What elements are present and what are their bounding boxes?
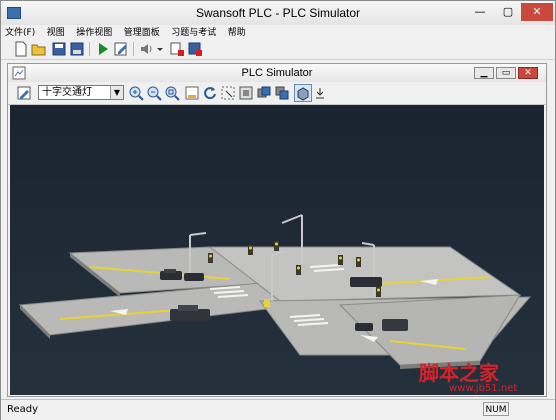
more-options-icon[interactable]	[314, 85, 326, 101]
sim-minimize-button[interactable]: ▁	[474, 67, 494, 79]
toolbar-separator	[133, 42, 134, 56]
save-as-icon[interactable]	[69, 41, 85, 57]
watermark: 脚本之家 www.jb51.net	[419, 357, 549, 397]
menu-operation-view[interactable]: 操作视图	[72, 26, 116, 40]
watermark-url: www.jb51.net	[449, 383, 518, 394]
maximize-button[interactable]: ▢	[495, 3, 521, 21]
menu-help[interactable]: 帮助	[224, 26, 250, 40]
view-select-icon[interactable]	[220, 85, 236, 101]
edit-scene-icon[interactable]	[16, 85, 32, 101]
open-icon[interactable]	[31, 41, 47, 57]
menu-management-panel[interactable]: 管理面板	[120, 26, 164, 40]
sim-close-button[interactable]: ✕	[518, 67, 538, 79]
status-bar: Ready NUM	[1, 399, 555, 420]
zoom-fit-icon[interactable]	[164, 85, 180, 101]
scene-select[interactable]: 十字交通灯 ▼	[38, 85, 124, 100]
new-icon[interactable]	[13, 41, 29, 57]
view-top-icon[interactable]	[274, 85, 290, 101]
scene-select-value: 十字交通灯	[42, 87, 92, 98]
speaker-icon[interactable]	[139, 41, 155, 57]
menu-file[interactable]: 文件(F)	[1, 26, 39, 40]
sim-toolbar: 十字交通灯 ▼	[8, 82, 546, 105]
main-window: Swansoft PLC - PLC Simulator — ▢ ✕ 文件(F)…	[0, 0, 556, 420]
menu-view[interactable]: 视图	[43, 26, 69, 40]
run-icon[interactable]	[95, 41, 111, 57]
watermark-logo-text: 脚本之家	[419, 361, 499, 385]
num-lock-indicator: NUM	[483, 402, 509, 416]
sim-restore-button[interactable]: ▭	[496, 67, 516, 79]
stop-icon[interactable]	[169, 41, 185, 57]
close-button[interactable]: ✕	[521, 3, 553, 21]
document-icon[interactable]	[184, 85, 200, 101]
view-front-icon[interactable]	[238, 85, 254, 101]
intersection-scene	[10, 105, 544, 395]
simulation-viewport[interactable]	[10, 105, 544, 395]
edit-icon[interactable]	[113, 41, 129, 57]
main-toolbar	[1, 39, 555, 60]
toolbar-separator	[89, 42, 90, 56]
zoom-in-icon[interactable]	[128, 85, 144, 101]
zoom-out-icon[interactable]	[146, 85, 162, 101]
status-text: Ready	[7, 404, 39, 415]
sim-title: PLC Simulator	[241, 67, 313, 79]
save-icon[interactable]	[51, 41, 67, 57]
plc-simulator-window: PLC Simulator ▁ ▭ ✕ 十字交通灯 ▼	[7, 63, 547, 397]
chevron-down-icon[interactable]: ▼	[110, 86, 123, 99]
save-red-icon[interactable]	[187, 41, 203, 57]
minimize-button[interactable]: —	[467, 3, 493, 21]
view-side-icon[interactable]	[256, 85, 272, 101]
menu-exercise-exam[interactable]: 习题与考试	[167, 26, 220, 40]
dropdown-icon[interactable]	[155, 41, 165, 57]
refresh-icon[interactable]	[202, 85, 218, 101]
sim-title-bar: PLC Simulator ▁ ▭ ✕	[8, 64, 546, 82]
view-3d-icon[interactable]	[294, 84, 312, 102]
menu-bar: 文件(F) 视图 操作视图 管理面板 习题与考试 帮助	[1, 25, 555, 39]
title-bar: Swansoft PLC - PLC Simulator — ▢ ✕	[1, 1, 555, 25]
